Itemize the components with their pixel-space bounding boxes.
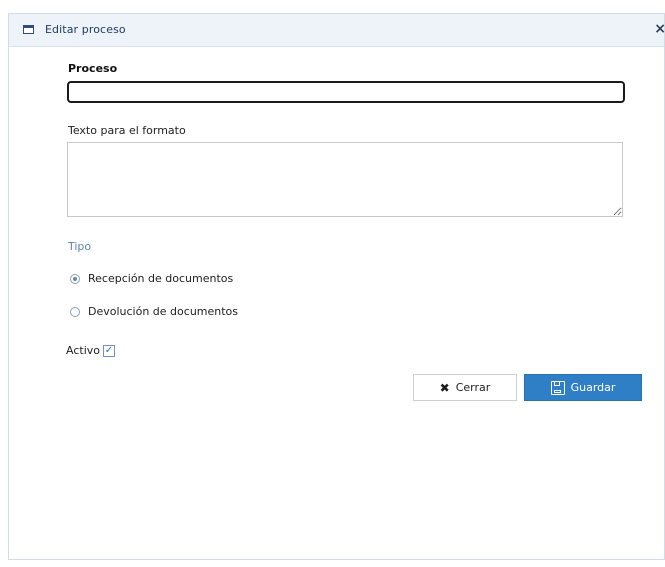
edit-process-dialog: Editar proceso × Proceso Texto para el f… (8, 13, 665, 560)
radio-label-devolucion: Devolución de documentos (88, 305, 239, 318)
radio-button-devolucion[interactable] (70, 306, 80, 317)
guardar-label: Guardar (570, 381, 616, 394)
radio-devolucion[interactable]: Devolución de documentos (70, 305, 238, 318)
tipo-label: Tipo (68, 240, 92, 253)
activo-label: Activo (66, 344, 100, 357)
save-icon (550, 380, 565, 395)
proceso-input[interactable] (67, 81, 625, 103)
activo-checkbox[interactable]: ✓ (103, 344, 115, 357)
guardar-button[interactable]: Guardar (524, 374, 642, 401)
radio-button-recepcion[interactable] (70, 273, 80, 284)
dialog-title: Editar proceso (45, 23, 126, 36)
activo-field: Activo ✓ (66, 344, 115, 357)
texto-formato-label: Texto para el formato (68, 124, 186, 137)
close-icon[interactable]: × (654, 21, 665, 37)
check-icon: ✓ (104, 344, 114, 356)
texto-formato-textarea[interactable] (67, 142, 623, 217)
close-icon: ✖ (439, 380, 450, 395)
window-icon (23, 25, 34, 34)
cerrar-label: Cerrar (455, 381, 491, 394)
dialog-titlebar: Editar proceso × (9, 14, 665, 47)
radio-recepcion[interactable]: Recepción de documentos (70, 272, 233, 285)
proceso-label: Proceso (68, 62, 118, 75)
cerrar-button[interactable]: ✖ Cerrar (413, 374, 517, 401)
radio-label-recepcion: Recepción de documentos (88, 272, 234, 285)
